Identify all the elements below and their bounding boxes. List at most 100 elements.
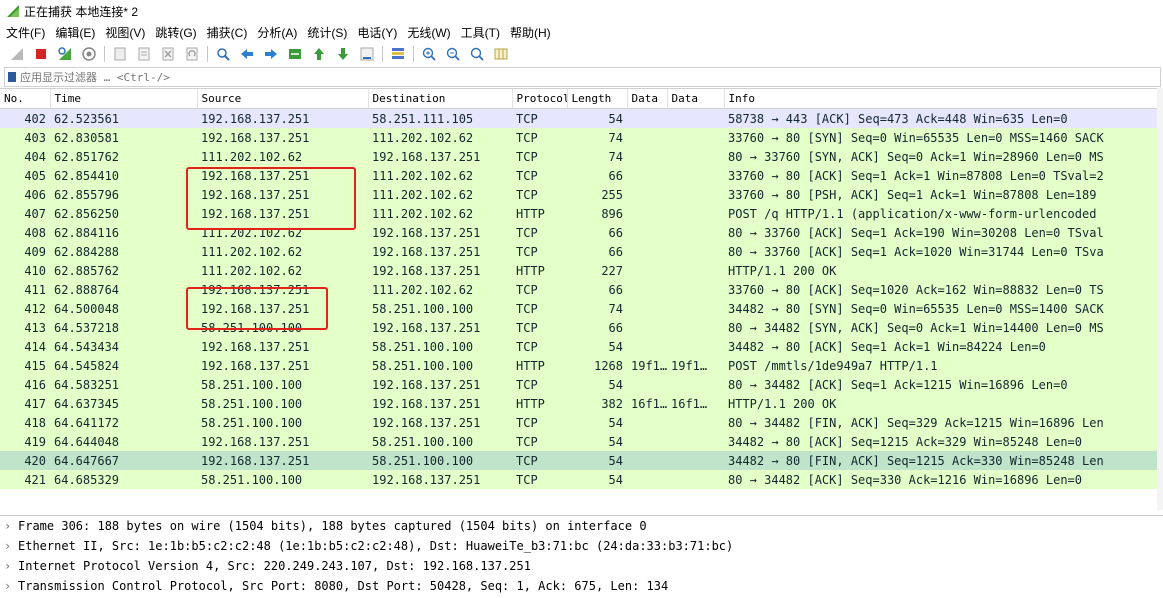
packet-row[interactable]: 414 64.543434 192.168.137.251 58.251.100.10… <box>0 337 1163 356</box>
cell-no: 413 <box>0 318 50 337</box>
last-packet-icon[interactable] <box>334 45 352 63</box>
column-header-no[interactable]: No. <box>0 89 51 109</box>
cell-data: 16f1… <box>627 394 667 413</box>
packet-row[interactable]: 403 62.830581 192.168.137.251 111.202.102.6… <box>0 128 1163 147</box>
packet-row[interactable]: 408 62.884116 111.202.102.62 192.168.137.25… <box>0 223 1163 242</box>
menu-item-7[interactable]: 电话(Y) <box>351 24 401 41</box>
detail-text: Internet Protocol Version 4, Src: 220.24… <box>18 559 531 573</box>
options-icon[interactable] <box>80 45 98 63</box>
go-forward-icon[interactable] <box>262 45 280 63</box>
cell-destination: 111.202.102.62 <box>368 166 512 185</box>
detail-tree-item[interactable]: › Frame 306: 188 bytes on wire (1504 bits… <box>0 516 1163 536</box>
cell-no: 419 <box>0 432 50 451</box>
cell-length: 54 <box>567 432 627 451</box>
packet-list-scrollbar[interactable] <box>1157 88 1163 510</box>
menu-item-4[interactable]: 捕获(C) <box>201 24 252 41</box>
chevron-right-icon[interactable]: › <box>4 579 18 593</box>
column-header-time[interactable]: Time <box>50 89 198 109</box>
detail-tree-item[interactable]: › Internet Protocol Version 4, Src: 220.2… <box>0 556 1163 576</box>
packet-row[interactable]: 411 62.888764 192.168.137.251 111.202.102.6… <box>0 280 1163 299</box>
cell-data <box>627 432 667 451</box>
cell-data-2 <box>667 108 724 128</box>
cell-protocol: TCP <box>512 108 567 128</box>
packet-row[interactable]: 416 64.583251 58.251.100.100 192.168.137.25… <box>0 375 1163 394</box>
detail-text: Frame 306: 188 bytes on wire (1504 bits)… <box>18 519 647 533</box>
cell-protocol: TCP <box>512 470 567 489</box>
cell-protocol: TCP <box>512 451 567 470</box>
packet-row[interactable]: 404 62.851762 111.202.102.62 192.168.137.25… <box>0 147 1163 166</box>
cell-no: 410 <box>0 261 50 280</box>
restart-icon[interactable] <box>56 45 74 63</box>
packet-row[interactable]: 415 64.545824 192.168.137.251 58.251.100.10… <box>0 356 1163 375</box>
column-header-length[interactable]: Length <box>567 89 628 109</box>
menu-item-2[interactable]: 视图(V) <box>99 24 149 41</box>
menu-item-3[interactable]: 跳转(G) <box>149 24 200 41</box>
packet-row[interactable]: 407 62.856250 192.168.137.251 111.202.102.6… <box>0 204 1163 223</box>
column-header-destination[interactable]: Destination <box>368 89 513 109</box>
zoom-in-icon[interactable] <box>420 45 438 63</box>
packet-row[interactable]: 417 64.637345 58.251.100.100 192.168.137.25… <box>0 394 1163 413</box>
display-filter-input[interactable] <box>20 69 1160 85</box>
packet-row[interactable]: 410 62.885762 111.202.102.62 192.168.137.25… <box>0 261 1163 280</box>
cell-data-2 <box>667 299 724 318</box>
auto-scroll-icon[interactable] <box>358 45 376 63</box>
find-icon[interactable] <box>214 45 232 63</box>
go-back-icon[interactable] <box>238 45 256 63</box>
chevron-right-icon[interactable]: › <box>4 519 18 533</box>
resize-columns-icon[interactable] <box>492 45 510 63</box>
cell-time: 64.641172 <box>50 413 197 432</box>
column-header-data[interactable]: Data <box>627 89 668 109</box>
cell-source: 192.168.137.251 <box>197 451 368 470</box>
packet-row[interactable]: 402 62.523561 192.168.137.251 58.251.111.10… <box>0 108 1163 128</box>
packet-row[interactable]: 412 64.500048 192.168.137.251 58.251.100.10… <box>0 299 1163 318</box>
menu-item-8[interactable]: 无线(W) <box>401 24 454 41</box>
packet-row[interactable]: 413 64.537218 58.251.100.100 192.168.137.25… <box>0 318 1163 337</box>
reload-icon[interactable] <box>183 45 201 63</box>
packet-row[interactable]: 419 64.644048 192.168.137.251 58.251.100.10… <box>0 432 1163 451</box>
cell-destination: 192.168.137.251 <box>368 413 512 432</box>
shark-fin-start-icon[interactable] <box>8 45 26 63</box>
column-header-data-2[interactable]: Data <box>667 89 725 109</box>
cell-info: HTTP/1.1 200 OK <box>724 261 1163 280</box>
chevron-right-icon[interactable]: › <box>4 559 18 573</box>
cell-no: 411 <box>0 280 50 299</box>
menu-item-1[interactable]: 编辑(E) <box>49 24 99 41</box>
first-packet-icon[interactable] <box>310 45 328 63</box>
cell-source: 111.202.102.62 <box>197 242 368 261</box>
packet-row[interactable]: 405 62.854410 192.168.137.251 111.202.102.6… <box>0 166 1163 185</box>
zoom-normal-icon[interactable] <box>468 45 486 63</box>
colorize-icon[interactable] <box>389 45 407 63</box>
column-header-info[interactable]: Info <box>724 89 1163 109</box>
menu-item-9[interactable]: 工具(T) <box>455 24 504 41</box>
packet-row[interactable]: 418 64.641172 58.251.100.100 192.168.137.25… <box>0 413 1163 432</box>
open-file-icon[interactable] <box>111 45 129 63</box>
detail-tree-item[interactable]: › Ethernet II, Src: 1e:1b:b5:c2:c2:48 (1e… <box>0 536 1163 556</box>
cell-protocol: HTTP <box>512 204 567 223</box>
detail-tree-item[interactable]: › Transmission Control Protocol, Src Port… <box>0 576 1163 596</box>
packet-row[interactable]: 420 64.647667 192.168.137.251 58.251.100.10… <box>0 451 1163 470</box>
column-header-protocol[interactable]: Protocol <box>512 89 568 109</box>
cell-info: 33760 → 80 [PSH, ACK] Seq=1 Ack=1 Win=87… <box>724 185 1163 204</box>
cell-time: 62.885762 <box>50 261 197 280</box>
packet-row[interactable]: 406 62.855796 192.168.137.251 111.202.102.6… <box>0 185 1163 204</box>
go-to-packet-icon[interactable] <box>286 45 304 63</box>
packet-row[interactable]: 421 64.685329 58.251.100.100 192.168.137.25… <box>0 470 1163 489</box>
cell-destination: 58.251.111.105 <box>368 108 512 128</box>
packet-row[interactable]: 409 62.884288 111.202.102.62 192.168.137.25… <box>0 242 1163 261</box>
cell-destination: 192.168.137.251 <box>368 375 512 394</box>
cell-time: 62.523561 <box>50 108 197 128</box>
menu-item-6[interactable]: 统计(S) <box>301 24 351 41</box>
menu-item-5[interactable]: 分析(A) <box>251 24 301 41</box>
column-header-source[interactable]: Source <box>197 89 369 109</box>
cell-data-2 <box>667 413 724 432</box>
bookmark-icon[interactable] <box>8 72 16 82</box>
cell-info: 80 → 34482 [FIN, ACK] Seq=329 Ack=1215 W… <box>724 413 1163 432</box>
menu-item-0[interactable]: 文件(F) <box>0 24 49 41</box>
close-file-icon[interactable] <box>159 45 177 63</box>
menu-item-10[interactable]: 帮助(H) <box>504 24 555 41</box>
save-file-icon[interactable] <box>135 45 153 63</box>
cell-data-2 <box>667 375 724 394</box>
chevron-right-icon[interactable]: › <box>4 539 18 553</box>
zoom-out-icon[interactable] <box>444 45 462 63</box>
stop-icon[interactable] <box>32 45 50 63</box>
